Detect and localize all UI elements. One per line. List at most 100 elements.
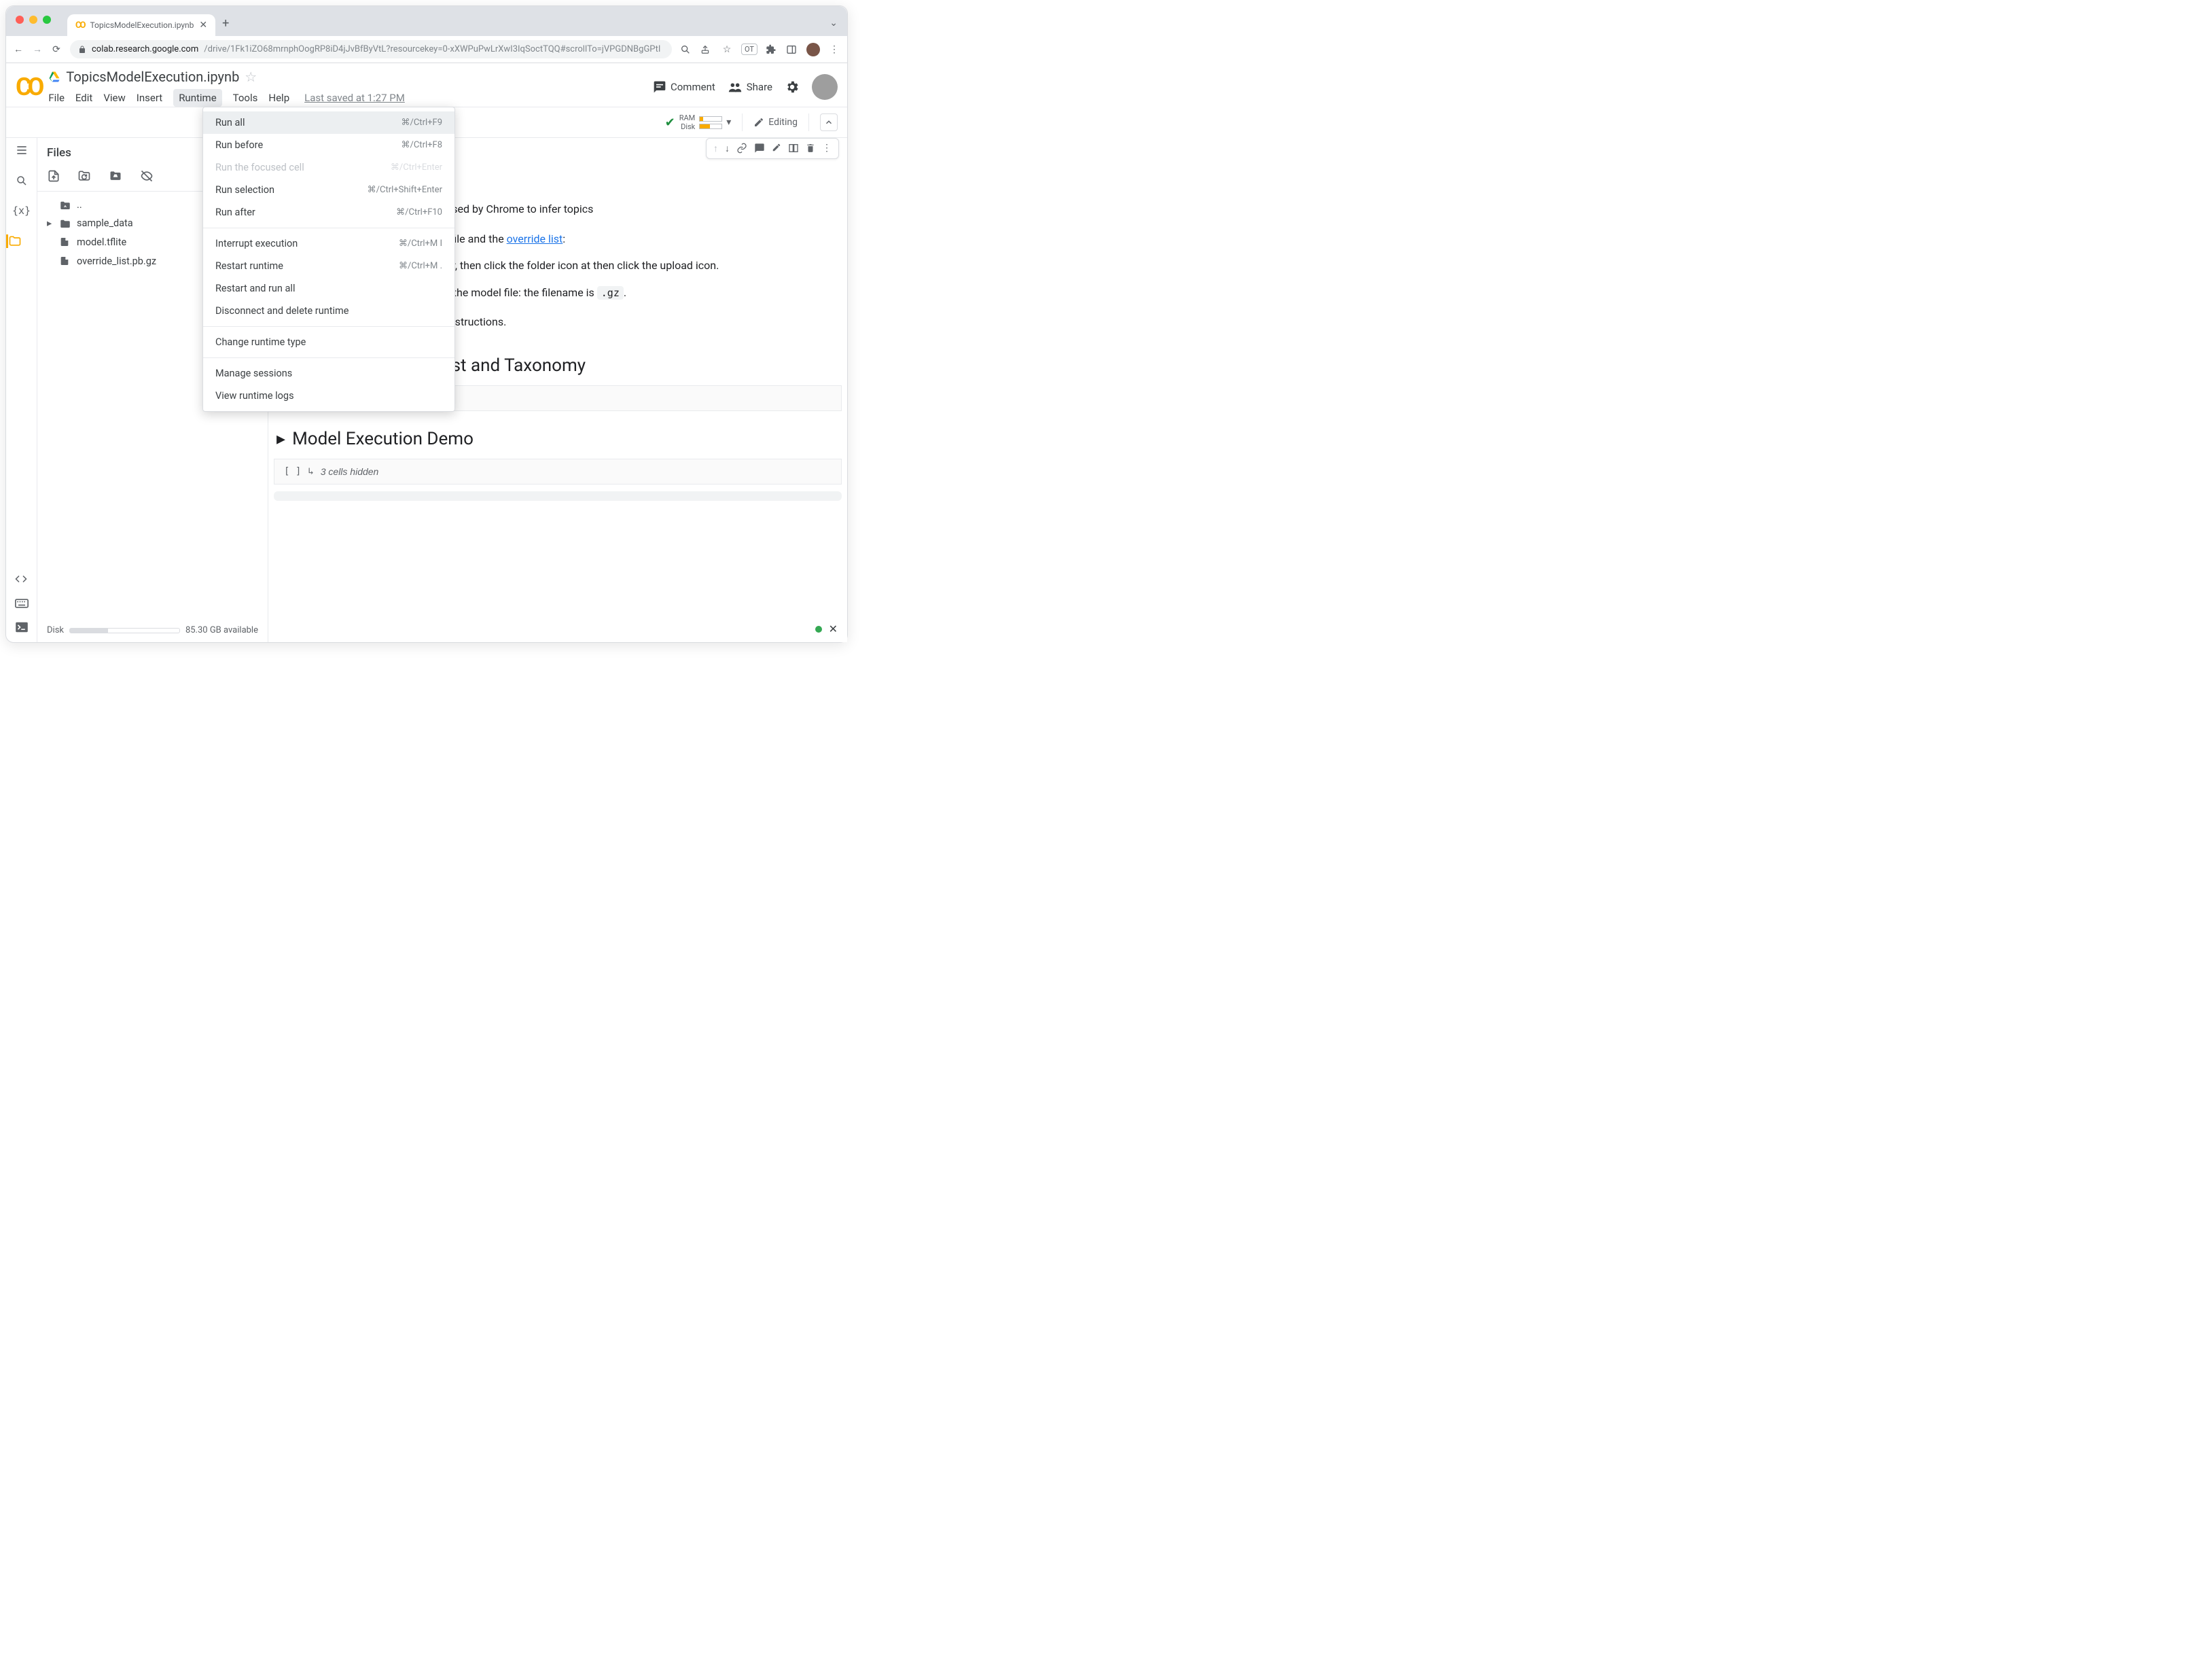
- status-close-icon[interactable]: ✕: [829, 622, 838, 635]
- toc-icon[interactable]: [15, 143, 29, 157]
- cell-menu-icon[interactable]: ⋮: [822, 143, 832, 154]
- left-rail: {x}: [6, 138, 37, 642]
- new-tab-button[interactable]: +: [215, 16, 236, 31]
- file-icon: [59, 255, 71, 267]
- user-avatar[interactable]: [812, 74, 838, 100]
- bottom-status: ✕: [815, 622, 838, 635]
- terminal-icon[interactable]: [15, 622, 29, 633]
- code-icon[interactable]: [15, 573, 29, 585]
- notebook-title[interactable]: TopicsModelExecution.ipynb: [66, 69, 239, 85]
- menu-help[interactable]: Help: [268, 92, 289, 104]
- search-rail-icon[interactable]: [16, 175, 28, 187]
- star-icon[interactable]: ☆: [245, 69, 257, 85]
- menu-insert[interactable]: Insert: [137, 92, 162, 104]
- profile-avatar-icon[interactable]: [806, 43, 820, 56]
- ot-badge[interactable]: OT: [741, 43, 757, 55]
- reload-icon[interactable]: ⟳: [51, 44, 62, 55]
- lock-icon: [78, 46, 86, 54]
- delete-cell-icon[interactable]: [806, 143, 815, 154]
- upload-file-icon[interactable]: [47, 169, 60, 183]
- connected-check-icon: ✔: [665, 116, 675, 130]
- edit-cell-icon[interactable]: [772, 143, 781, 154]
- back-icon[interactable]: ←: [13, 43, 24, 55]
- disk-bar: [699, 124, 722, 129]
- tab-list-chevron-icon[interactable]: ⌄: [830, 18, 838, 29]
- section-caret-icon[interactable]: ▸: [276, 429, 285, 449]
- menu-disconnect[interactable]: Disconnect and delete runtime: [203, 300, 454, 322]
- menu-change-runtime[interactable]: Change runtime type: [203, 331, 454, 353]
- address-bar[interactable]: colab.research.google.com/drive/1Fk1iZO6…: [70, 40, 672, 58]
- resource-dropdown-icon[interactable]: ▾: [726, 117, 731, 128]
- caret-right-icon[interactable]: ▸: [47, 217, 54, 229]
- menu-manage-sessions[interactable]: Manage sessions: [203, 362, 454, 385]
- folder-up-icon: [59, 200, 71, 211]
- keyboard-icon[interactable]: [15, 599, 29, 608]
- move-up-icon[interactable]: ↑: [713, 143, 718, 154]
- menu-tools[interactable]: Tools: [233, 92, 258, 104]
- menu-interrupt[interactable]: Interrupt execution⌘/Ctrl+M I: [203, 232, 454, 255]
- close-window-icon[interactable]: [16, 16, 24, 24]
- override-list-link[interactable]: override list: [507, 232, 563, 245]
- forward-icon: →: [32, 43, 43, 55]
- runtime-menu-dropdown: Run all⌘/Ctrl+F9 Run before⌘/Ctrl+F8 Run…: [202, 107, 455, 412]
- tab-title: TopicsModelExecution.ipynb: [90, 20, 194, 30]
- menu-run-focused: Run the focused cell⌘/Ctrl+Enter: [203, 156, 454, 179]
- ram-bar: [699, 116, 722, 122]
- file-icon: [59, 236, 71, 248]
- menu-bar: File Edit View Insert Runtime Tools Help…: [48, 89, 645, 107]
- share-icon[interactable]: [700, 45, 713, 54]
- panel-icon[interactable]: [786, 44, 798, 55]
- cell-toolbar: ↑ ↓ ⋮: [706, 138, 839, 159]
- extensions-icon[interactable]: [766, 44, 778, 55]
- browser-chrome: CO TopicsModelExecution.ipynb ✕ + ⌄: [6, 6, 847, 36]
- drive-icon: [48, 71, 60, 83]
- save-status: Last saved at 1:27 PM: [304, 92, 405, 104]
- colab-favicon-icon: CO: [75, 20, 84, 31]
- menu-run-before[interactable]: Run before⌘/Ctrl+F8: [203, 134, 454, 156]
- url-host: colab.research.google.com: [92, 44, 198, 54]
- url-path: /drive/1Fk1iZO68mrnphOogRP8iD4jJvBfByVtL…: [204, 44, 660, 54]
- menu-view[interactable]: View: [103, 92, 125, 104]
- colab-logo-icon[interactable]: CO: [16, 73, 40, 101]
- menu-run-all[interactable]: Run all⌘/Ctrl+F9: [203, 111, 454, 134]
- bookmark-star-icon[interactable]: ☆: [721, 44, 733, 55]
- address-bar-row: ← → ⟳ colab.research.google.com/drive/1F…: [6, 36, 847, 63]
- files-rail-icon[interactable]: [6, 234, 37, 248]
- chrome-menu-icon[interactable]: ⋮: [828, 44, 840, 55]
- link-icon[interactable]: [736, 143, 747, 154]
- menu-runtime[interactable]: Runtime: [173, 89, 221, 107]
- comment-button[interactable]: Comment: [653, 80, 715, 94]
- hide-files-icon[interactable]: [139, 169, 154, 183]
- zoom-icon[interactable]: [680, 44, 692, 55]
- menu-runtime-logs[interactable]: View runtime logs: [203, 385, 454, 407]
- maximize-window-icon[interactable]: [43, 16, 51, 24]
- minimize-window-icon[interactable]: [29, 16, 37, 24]
- refresh-folder-icon[interactable]: [77, 169, 92, 183]
- colab-header: CO TopicsModelExecution.ipynb ☆ File Edi…: [6, 63, 847, 107]
- menu-restart[interactable]: Restart runtime⌘/Ctrl+M .: [203, 255, 454, 277]
- resource-indicator[interactable]: ✔ RAM Disk ▾: [665, 113, 732, 131]
- horizontal-scrollbar[interactable]: [274, 491, 842, 501]
- collapse-toolbar-icon[interactable]: [820, 113, 838, 131]
- comment-cell-icon[interactable]: [754, 143, 765, 154]
- editing-mode-button[interactable]: Editing: [753, 117, 798, 128]
- browser-tab[interactable]: CO TopicsModelExecution.ipynb ✕: [67, 14, 215, 36]
- window-controls: [16, 16, 51, 24]
- hidden-cells-bar[interactable]: [ ] ↳ 3 cells hidden: [274, 459, 842, 485]
- mirror-cell-icon[interactable]: [788, 143, 799, 154]
- enter-arrow-icon: ↳: [308, 466, 313, 477]
- section-model-exec[interactable]: ▸ Model Execution Demo: [274, 417, 842, 456]
- variables-icon[interactable]: {x}: [12, 205, 31, 217]
- menu-run-selection[interactable]: Run selection⌘/Ctrl+Shift+Enter: [203, 179, 454, 201]
- menu-file[interactable]: File: [48, 92, 65, 104]
- tab-close-icon[interactable]: ✕: [199, 20, 207, 31]
- menu-edit[interactable]: Edit: [75, 92, 92, 104]
- menu-restart-run-all[interactable]: Restart and run all: [203, 277, 454, 300]
- share-button[interactable]: Share: [728, 80, 772, 94]
- menu-run-after[interactable]: Run after⌘/Ctrl+F10: [203, 201, 454, 224]
- folder-icon: [59, 218, 71, 229]
- sidebar-disk-usage: Disk 85.30 GB available: [44, 621, 261, 639]
- move-down-icon[interactable]: ↓: [725, 143, 730, 154]
- mount-drive-icon[interactable]: [108, 169, 123, 183]
- settings-gear-icon[interactable]: [785, 80, 800, 94]
